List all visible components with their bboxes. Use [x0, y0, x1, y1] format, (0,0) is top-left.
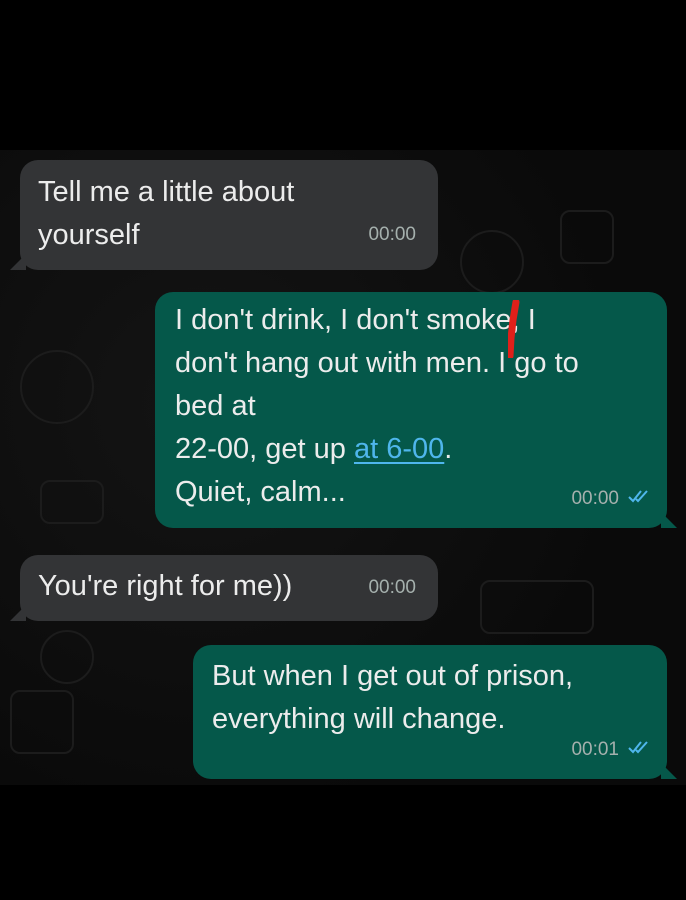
wallpaper-doodle: [40, 630, 94, 684]
message-text: You're right for me)): [38, 565, 292, 608]
message-meta: 00:01: [571, 728, 651, 771]
red-marker-annotation: [508, 300, 520, 358]
double-check-icon: [627, 728, 651, 771]
message-line: 22-00, get up at 6-00.: [175, 428, 579, 471]
message-text: Tell me a little about yourself: [38, 171, 294, 257]
incoming-message-1[interactable]: Tell me a little about yourself 00:00: [10, 160, 438, 270]
message-line: But when I get out of prison,: [212, 660, 574, 692]
incoming-message-3[interactable]: You're right for me)) 00:00: [10, 555, 438, 621]
message-line: You're right for me)): [38, 570, 293, 602]
message-line: everything will change.: [212, 703, 506, 735]
outgoing-message-4[interactable]: But when I get out of prison, everything…: [193, 645, 677, 779]
wallpaper-doodle: [560, 210, 614, 264]
message-time: 00:01: [571, 738, 619, 760]
wallpaper-doodle: [480, 580, 594, 634]
outgoing-message-2[interactable]: I don't drink, I don't smoke, I don't ha…: [155, 292, 677, 528]
message-line: yourself: [38, 219, 140, 251]
message-line: Quiet, calm...: [175, 476, 346, 508]
message-meta: 00:00: [571, 477, 651, 520]
message-time: 00:00: [368, 577, 416, 598]
wallpaper-doodle: [20, 350, 94, 424]
double-check-icon: [627, 477, 651, 520]
chat-screenshot: Tell me a little about yourself 00:00 I …: [0, 0, 686, 900]
message-text: But when I get out of prison, everything…: [212, 655, 573, 741]
wallpaper-doodle: [10, 690, 74, 754]
message-text-segment: .: [444, 433, 453, 465]
time-link[interactable]: at 6-00: [354, 433, 444, 465]
message-text-segment: 22-00, get up: [175, 433, 354, 465]
message-time: 00:00: [571, 487, 619, 509]
wallpaper-doodle: [460, 230, 524, 294]
wallpaper-doodle: [40, 480, 104, 524]
message-time: 00:00: [368, 224, 416, 245]
message-line: Tell me a little about: [38, 176, 295, 208]
message-line: bed at: [175, 390, 256, 422]
